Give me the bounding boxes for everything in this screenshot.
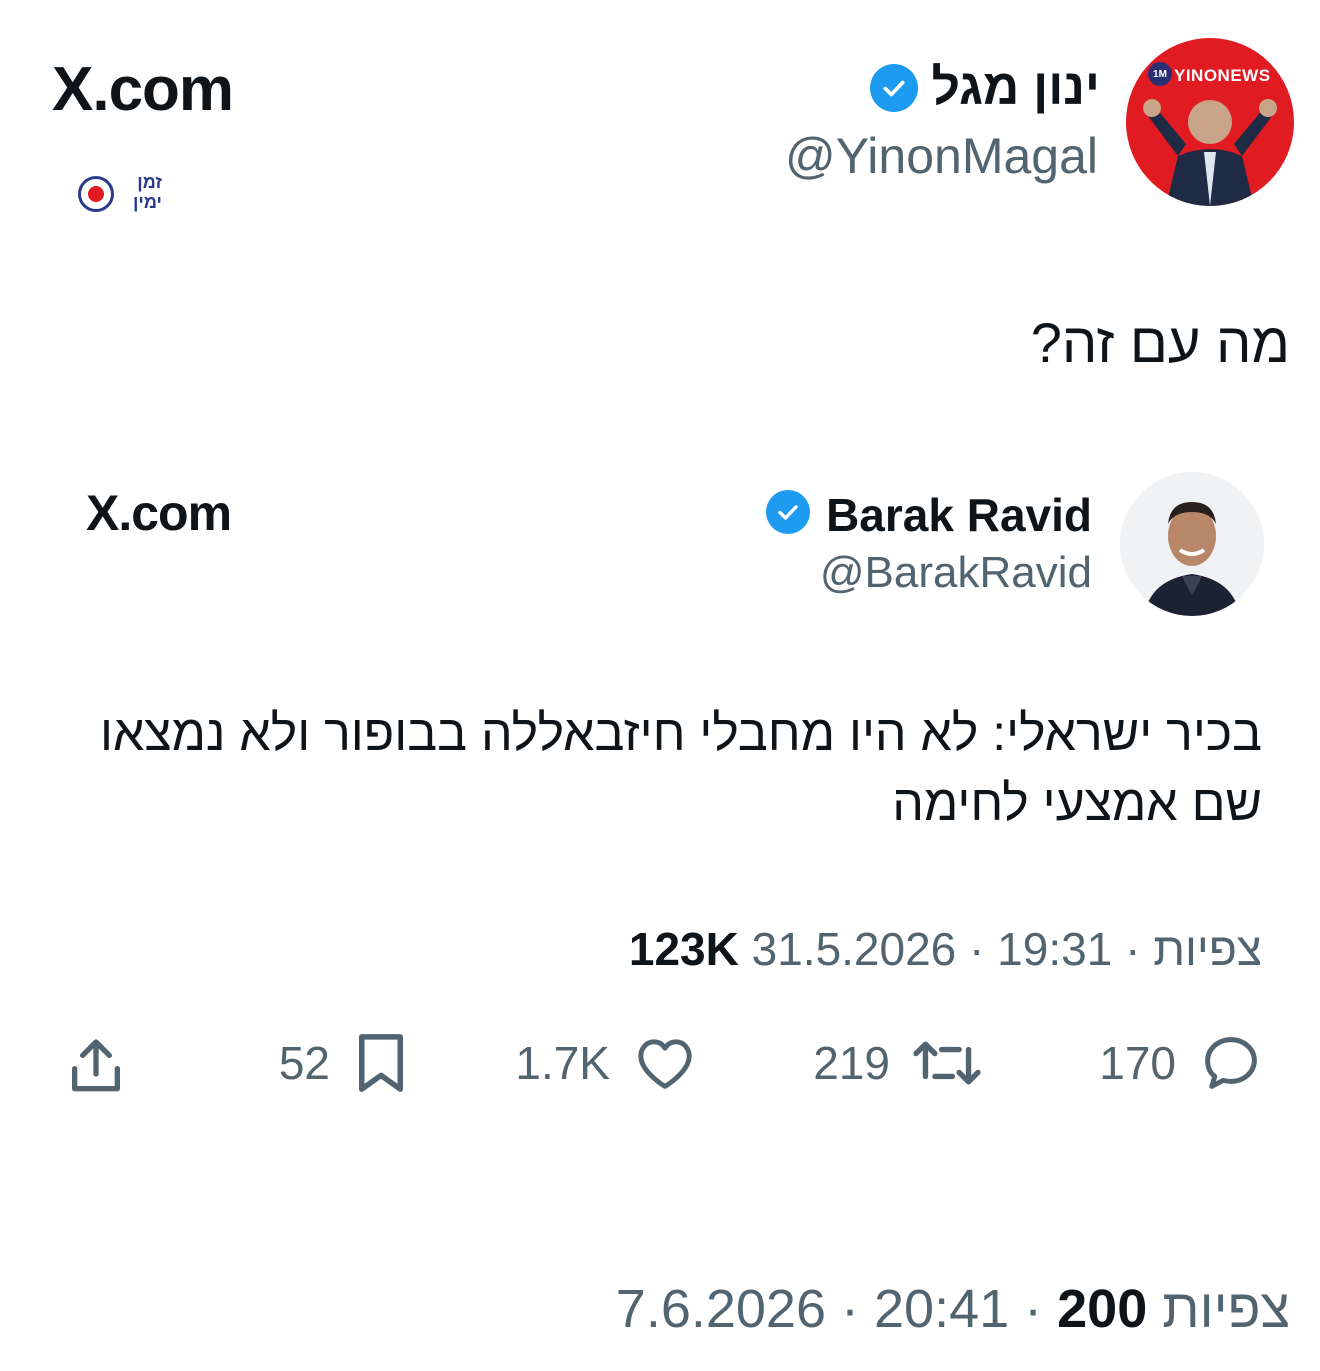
- like-icon: [638, 1039, 692, 1089]
- like-button[interactable]: 1.7K: [515, 1030, 698, 1096]
- like-count: 1.7K: [515, 1037, 610, 1089]
- bookmark-button[interactable]: 52: [279, 1030, 410, 1096]
- avatar[interactable]: [1120, 472, 1264, 616]
- channel-logo-text: זמן ימין: [132, 172, 162, 212]
- user-handle[interactable]: @BarakRavid: [820, 548, 1092, 598]
- x-brand-logo: X.com: [86, 485, 232, 541]
- display-name[interactable]: Barak Ravid: [826, 488, 1092, 542]
- tweet-time[interactable]: 20:41: [874, 1279, 1009, 1339]
- person-figure: [1143, 99, 1277, 206]
- views-label: צפיות: [1153, 923, 1262, 975]
- tweet-text: מה עם זה?: [1030, 311, 1290, 374]
- views-count: 200: [1057, 1279, 1148, 1339]
- views-count: 123K: [628, 923, 739, 975]
- user-handle[interactable]: @YinonMagal: [785, 127, 1098, 185]
- tweet-date[interactable]: 7.6.2026: [616, 1279, 826, 1339]
- tweet-meta: 123K צפיות · 19:31 · 31.5.2026: [628, 923, 1262, 975]
- display-name[interactable]: ינון מגל: [931, 58, 1100, 116]
- avatar[interactable]: 1M YINONEWS: [1126, 38, 1294, 206]
- tweet-meta: צפיות 200 · 20:41 · 7.6.2026: [615, 1279, 1290, 1339]
- retweet-button[interactable]: 219: [813, 1030, 982, 1096]
- x-brand-logo: X.com: [52, 55, 234, 124]
- reply-count: 170: [1099, 1037, 1176, 1089]
- share-button[interactable]: [64, 1034, 128, 1103]
- reply-icon: [1205, 1037, 1257, 1089]
- views-label: צפיות: [1162, 1279, 1290, 1339]
- bookmark-icon: [359, 1034, 403, 1092]
- verified-badge-icon: [870, 64, 918, 112]
- retweet-icon: [913, 1041, 981, 1085]
- retweet-count: 219: [813, 1037, 890, 1089]
- channel-logo: זמן ימין: [78, 170, 168, 216]
- tweet-text: בכיר ישראלי: לא היו מחבלי חיזבאללה בבופו…: [100, 705, 1262, 831]
- share-icon: [72, 1039, 120, 1092]
- tweet-date[interactable]: 31.5.2026: [752, 923, 957, 975]
- reply-button[interactable]: 170: [1099, 1030, 1264, 1096]
- verified-badge-icon: [766, 490, 810, 534]
- bookmark-count: 52: [278, 1037, 330, 1089]
- person-figure: [1120, 472, 1264, 616]
- megaphone-icon: [78, 176, 114, 212]
- tweet-time[interactable]: 19:31: [997, 923, 1112, 975]
